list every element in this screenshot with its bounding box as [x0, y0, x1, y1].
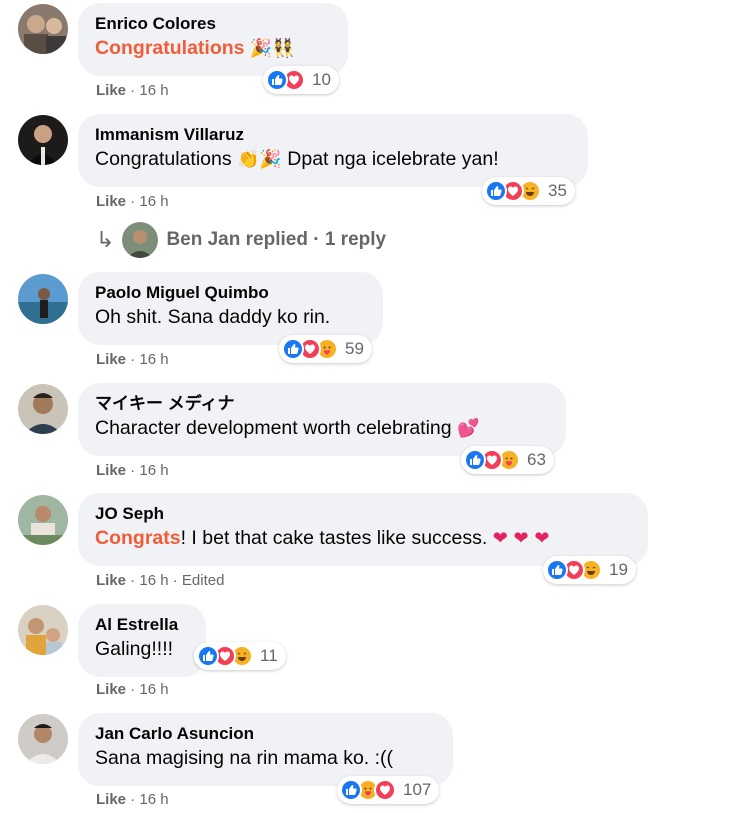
like-link[interactable]: Like — [96, 572, 126, 589]
like-link[interactable]: Like — [96, 462, 126, 479]
avatar[interactable] — [18, 384, 68, 434]
avatar[interactable] — [18, 274, 68, 324]
reaction-count: 63 — [527, 450, 546, 469]
timestamp[interactable]: 16 h — [139, 351, 168, 368]
timestamp[interactable]: 16 h — [139, 462, 168, 479]
reaction-summary[interactable]: 10 — [263, 66, 339, 94]
avatar[interactable] — [18, 4, 68, 54]
reaction-count: 19 — [609, 560, 628, 579]
comment-meta: Like · 16 h — [96, 681, 169, 698]
comment-text-after: Dpat nga icelebrate yan! — [287, 148, 499, 170]
edited-label[interactable]: Edited — [182, 572, 225, 589]
comment-meta: Like · 16 h — [96, 193, 169, 210]
like-link[interactable]: Like — [96, 791, 126, 808]
like-link[interactable]: Like — [96, 351, 126, 368]
like-link[interactable]: Like — [96, 82, 126, 99]
reaction-summary[interactable]: 35 — [482, 177, 575, 205]
comment-text: Character development worth celebrating … — [95, 415, 548, 442]
comment-text: Galing!!!! — [95, 638, 174, 660]
reply-avatar — [122, 222, 159, 258]
reaction-summary[interactable]: 11 — [194, 642, 286, 670]
comment-meta: Like · 16 h — [96, 791, 169, 808]
comment-text-main: ! I bet that cake tastes like success. — [180, 527, 488, 549]
comment-author[interactable]: Jan Carlo Asuncion — [95, 723, 435, 744]
avatar[interactable] — [18, 714, 68, 764]
comment-text: Congratulations 👏🎉 Dpat nga icelebrate y… — [95, 146, 570, 173]
reaction-count: 10 — [312, 70, 331, 89]
reaction-summary[interactable]: 19 — [543, 556, 636, 584]
avatar[interactable] — [18, 605, 68, 655]
party-emoji: 🎉👯 — [249, 38, 295, 59]
reaction-summary[interactable]: 63 — [461, 446, 554, 474]
clap-party-emoji: 👏🎉 — [237, 149, 282, 170]
comment-meta: Like · 16 h — [96, 82, 169, 99]
comment-author[interactable]: JO Seph — [95, 503, 630, 524]
hearts-emoji: ❤ ❤ ❤ — [492, 528, 550, 549]
timestamp[interactable]: 16 h — [139, 572, 168, 589]
hearts-emoji: 💕 — [457, 418, 480, 439]
comment-text-main: Character development worth celebrating — [95, 417, 452, 439]
like-reaction-icon — [485, 180, 507, 202]
comment-text: Sana magising na rin mama ko. :(( — [95, 747, 394, 769]
like-link[interactable]: Like — [96, 681, 126, 698]
comment-text: Oh shit. Sana daddy ko rin. — [95, 306, 331, 328]
view-replies-link[interactable]: ↳ Ben Jan replied · 1 reply — [96, 218, 386, 262]
like-reaction-icon — [282, 338, 304, 360]
reaction-summary[interactable]: 107 — [337, 776, 440, 804]
timestamp[interactable]: 16 h — [139, 681, 168, 698]
highlighted-text: Congratulations — [95, 37, 245, 59]
timestamp[interactable]: 16 h — [139, 193, 168, 210]
reply-count: 1 reply — [324, 229, 387, 250]
avatar[interactable] — [18, 495, 68, 545]
comment-author[interactable]: Paolo Miguel Quimbo — [95, 282, 365, 303]
comment-text: Congratulations 🎉👯 — [95, 35, 330, 62]
like-reaction-icon — [546, 559, 568, 581]
like-reaction-icon — [464, 449, 486, 471]
comment-text-main: Congratulations — [95, 148, 232, 170]
comment-bubble: Al Estrella Galing!!!! — [78, 604, 206, 677]
like-link[interactable]: Like — [96, 193, 126, 210]
reaction-count: 11 — [260, 646, 278, 665]
reaction-count: 59 — [345, 339, 364, 358]
avatar[interactable] — [18, 115, 68, 165]
highlighted-text: Congrats — [95, 527, 181, 549]
reply-label: Ben Jan replied — [166, 229, 308, 250]
comment-meta: Like · 16 h · Edited — [96, 572, 225, 589]
reaction-count: 107 — [403, 780, 432, 799]
timestamp[interactable]: 16 h — [139, 82, 168, 99]
like-reaction-icon — [266, 69, 288, 91]
reaction-summary[interactable]: 59 — [279, 335, 372, 363]
love-reaction-icon — [374, 779, 396, 801]
like-reaction-icon — [197, 645, 219, 667]
comment-author[interactable]: Al Estrella — [95, 614, 188, 635]
comment-author[interactable]: マイキー メディナ — [95, 393, 548, 414]
comment-meta: Like · 16 h — [96, 462, 169, 479]
comment-meta: Like · 16 h — [96, 351, 169, 368]
comment-author[interactable]: Immanism Villaruz — [95, 124, 570, 145]
reply-arrow-icon: ↳ — [96, 227, 115, 252]
reaction-count: 35 — [548, 181, 567, 200]
comment-text: Congrats! I bet that cake tastes like su… — [95, 525, 630, 552]
comment-thread: Enrico Colores Congratulations 🎉👯 10 Lik… — [0, 0, 750, 813]
timestamp[interactable]: 16 h — [139, 791, 168, 808]
like-reaction-icon — [340, 779, 362, 801]
comment-author[interactable]: Enrico Colores — [95, 13, 330, 34]
